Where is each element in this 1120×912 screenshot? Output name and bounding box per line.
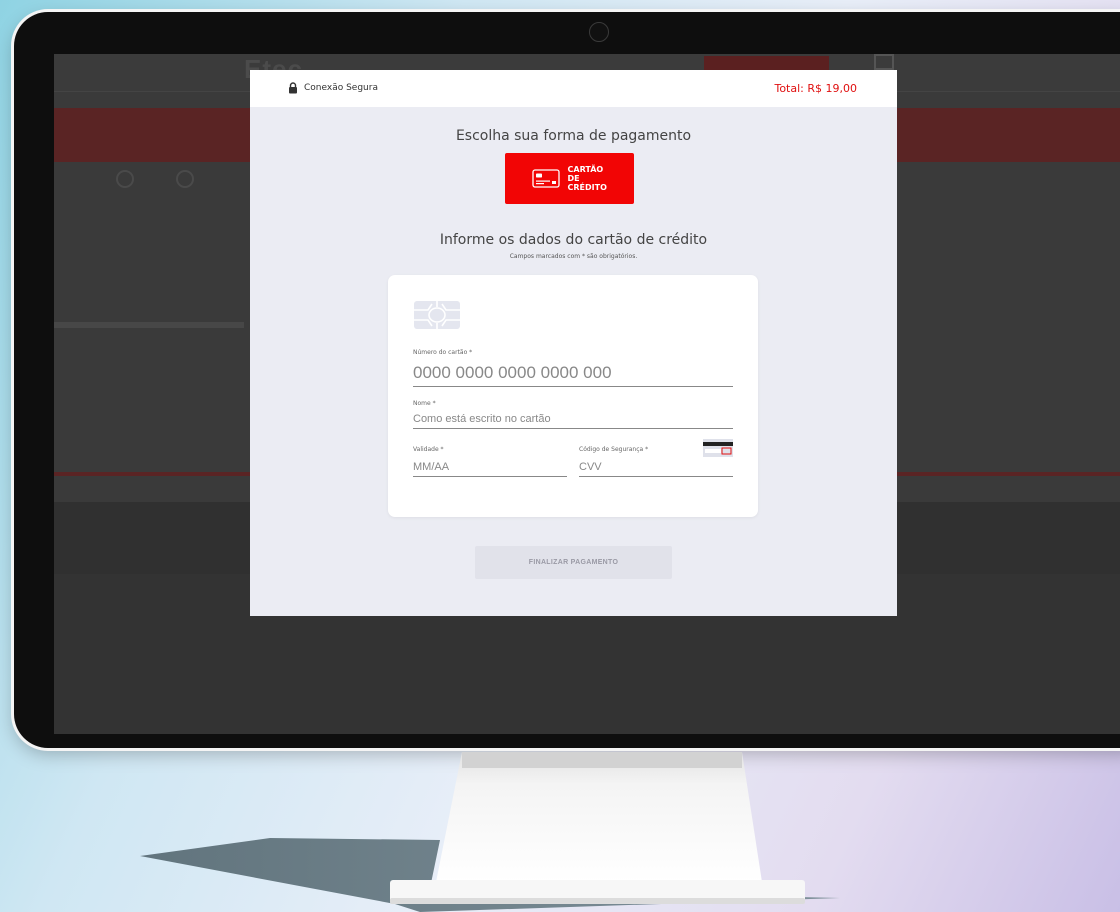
card-form-title: Informe os dados do cartão de crédito (439, 232, 708, 248)
card-number-field: Número do cartão * (413, 349, 733, 387)
expiry-label: Validade * (413, 446, 444, 453)
modal-header: Conexão Segura Total: R$ 19,00 (250, 70, 897, 107)
cvv-card-icon (703, 439, 733, 457)
choose-payment-title: Escolha sua forma de pagamento (455, 128, 692, 144)
order-total: Total: R$ 19,00 (774, 82, 857, 95)
cardholder-name-input[interactable] (413, 411, 733, 429)
background-text-line (54, 322, 244, 328)
expiry-field: Validade * (413, 446, 567, 477)
required-fields-note: Campos marcados com * são obrigatórios. (509, 253, 638, 260)
lock-icon (289, 82, 297, 94)
payment-modal: Conexão Segura Total: R$ 19,00 Escolha s… (250, 70, 897, 616)
credit-card-icon (531, 169, 560, 188)
card-chip-icon (414, 301, 460, 329)
cvv-input[interactable] (579, 459, 733, 477)
card-number-label: Número do cartão * (413, 349, 473, 356)
monitor-frame: Etec Conexão Segura Total: R$ 19,00 Esco… (14, 12, 1120, 748)
background-close-box (874, 54, 894, 70)
expiry-input[interactable] (413, 459, 567, 477)
secure-connection-label: Conexão Segura (304, 83, 378, 93)
finish-payment-button[interactable]: FINALIZAR PAGAMENTO (475, 546, 672, 579)
cardholder-name-field: Nome * (413, 400, 733, 429)
background-icon (176, 170, 194, 188)
credit-card-option-button[interactable]: CARTÃO DE CRÉDITO (505, 153, 634, 204)
webcam (589, 22, 609, 42)
card-number-input[interactable] (413, 361, 733, 387)
credit-card-option-label: CARTÃO DE CRÉDITO (567, 165, 607, 192)
secure-connection: Conexão Segura (288, 82, 378, 94)
card-form: Número do cartão * Nome * Validade * Cód… (388, 275, 758, 517)
screen: Etec Conexão Segura Total: R$ 19,00 Esco… (54, 54, 1120, 734)
background-icon (116, 170, 134, 188)
cardholder-name-label: Nome * (413, 400, 436, 407)
